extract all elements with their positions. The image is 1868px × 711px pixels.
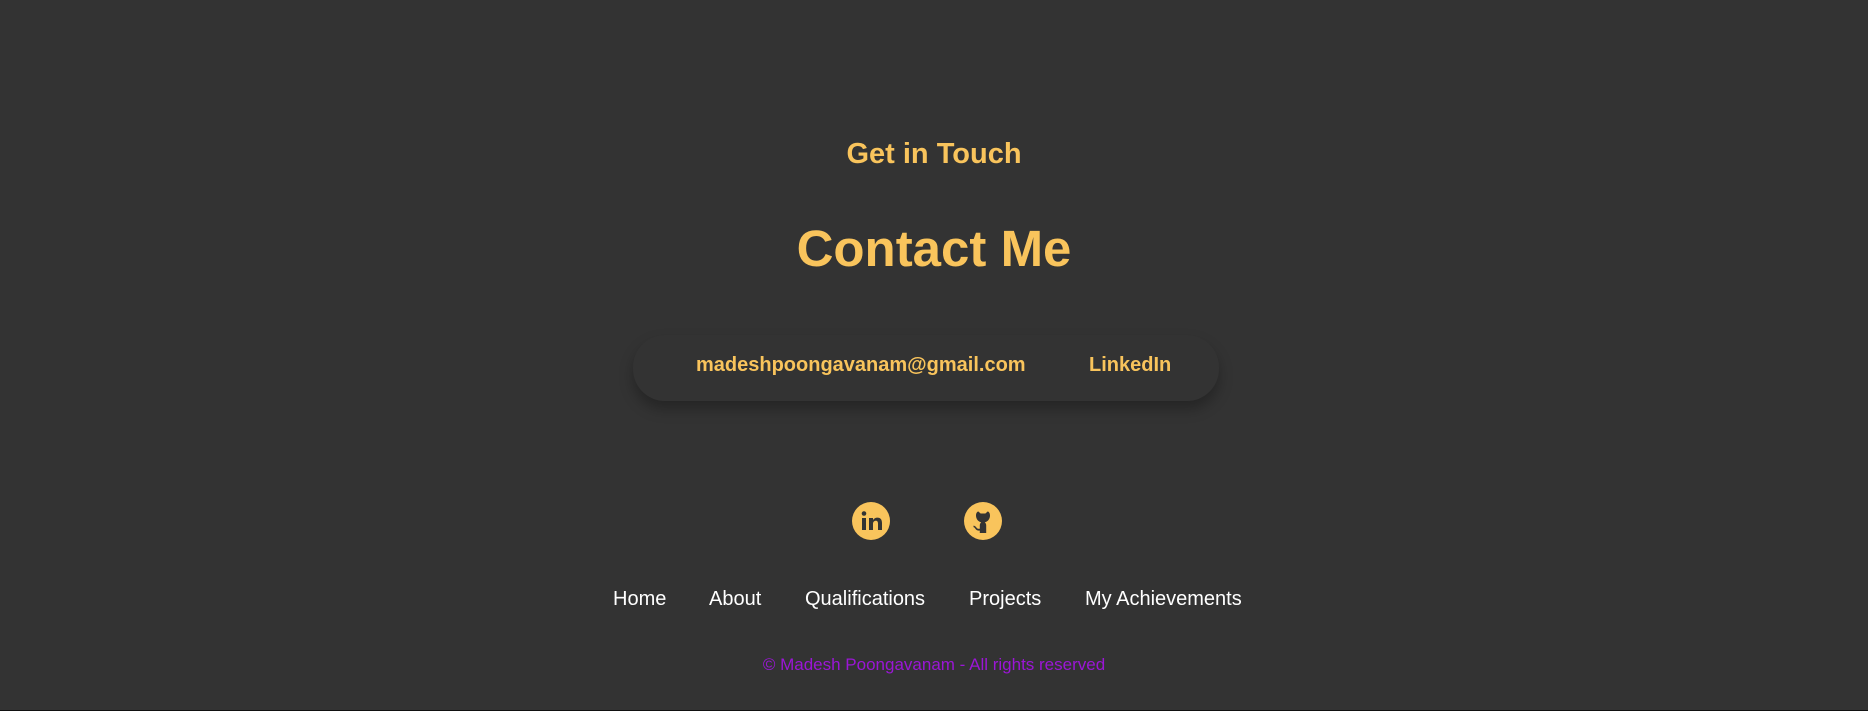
github-icon[interactable] [964, 502, 1002, 540]
page: Get in Touch Contact Me madeshpoongavana… [0, 0, 1868, 710]
footer-nav-home[interactable]: Home [613, 587, 666, 611]
footer-nav-my-achievements[interactable]: My Achievements [1085, 587, 1242, 611]
footer-nav-projects[interactable]: Projects [969, 587, 1041, 611]
contact-subtitle: Get in Touch [846, 138, 1022, 170]
linkedin-link[interactable]: LinkedIn [1089, 353, 1171, 377]
footer-nav-about[interactable]: About [709, 587, 761, 611]
copyright: © Madesh Poongavanam - All rights reserv… [762, 655, 1106, 674]
footer-nav-qualifications[interactable]: Qualifications [805, 587, 925, 611]
email-link[interactable]: madeshpoongavanam@gmail.com [696, 353, 1026, 377]
linkedin-icon[interactable] [852, 502, 890, 540]
contact-title: Contact Me [796, 220, 1072, 277]
